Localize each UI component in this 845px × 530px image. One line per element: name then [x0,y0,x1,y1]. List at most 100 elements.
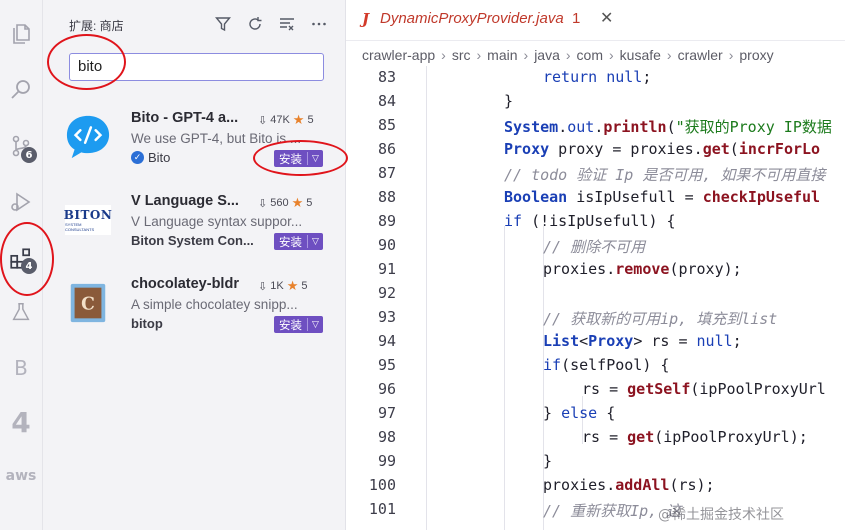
sidebar-title: 扩展: 商店 [69,19,124,33]
extension-name: chocolatey-bldr [131,276,239,292]
extension-stats: ⇩ 47K ★ 5 [258,112,314,128]
extension-publisher: ✓ Bito [131,150,170,165]
downloads-icon: ⇩ [258,197,268,210]
scm-badge: 6 [21,147,37,163]
code-line: proxies.addAll(rs); [543,476,715,494]
line-number: 87 [377,164,396,182]
download-count: 1K [270,280,284,292]
download-count: 47K [270,114,290,126]
problem-count: 1 [572,10,581,27]
extension-item-chocolatey[interactable]: C chocolatey-bldr ⇩ 1K ★ 5 A simple choc… [43,276,345,356]
breadcrumb-item[interactable]: src [452,47,471,63]
tab-title: DynamicProxyProvider.java 1 [380,10,581,27]
chevron-right-icon: › [441,47,446,63]
chevron-down-icon[interactable]: ▽ [308,236,323,247]
tabnine-icon[interactable]: 4 [0,400,42,444]
line-number: 90 [377,236,396,254]
code-line: Boolean isIpUsefull = checkIpUseful [504,188,821,206]
line-number: 86 [377,140,396,158]
line-number: 93 [377,308,396,326]
extension-item-bito[interactable]: Bito - GPT-4 a... ⇩ 47K ★ 5 We use GPT-4… [43,110,345,190]
extension-publisher: bitop [131,316,163,331]
chevron-right-icon: › [565,47,571,63]
star-icon: ★ [291,195,304,210]
star-icon: ★ [292,112,305,127]
code-line: List<Proxy> rs = null; [543,332,742,350]
extension-stats: ⇩ 560 ★ 5 [258,195,312,211]
tabnine-label: 4 [11,405,31,439]
line-number: 94 [377,332,396,350]
extension-search-input[interactable]: bito [69,53,324,81]
extension-description: V Language syntax suppor... [131,214,303,229]
refresh-icon[interactable] [245,14,265,34]
download-count: 560 [270,197,289,209]
biton-logo-subtext: SYSTEM CONSULTANTS [65,222,95,232]
line-number: 83 [377,68,396,86]
publisher-name: Bito [148,150,171,165]
bito-letter: B [14,356,28,380]
chevron-right-icon: › [728,47,734,63]
code-line: rs = getSelf(ipPoolProxyUrl [582,380,826,398]
install-button[interactable]: 安装 ▽ [274,233,323,250]
breadcrumb-item[interactable]: com [577,47,603,63]
aws-label: aws [5,468,37,484]
extension-name: V Language S... [131,193,239,209]
java-file-icon: J [362,10,370,28]
source-control-icon[interactable]: 6 [0,124,42,168]
breadcrumb-item[interactable]: crawler [678,47,723,63]
close-icon[interactable]: ✕ [600,8,613,28]
extension-name: Bito - GPT-4 a... [131,110,239,126]
install-button[interactable]: 安装 ▽ [274,316,323,333]
code-line: } else { [543,404,616,422]
run-debug-icon[interactable] [0,180,42,224]
install-label: 安装 [279,153,302,166]
breadcrumb-item[interactable]: main [487,47,517,63]
sidebar-actions [213,14,329,34]
clear-results-icon[interactable] [277,14,297,34]
search-icon[interactable] [0,68,42,112]
chevron-down-icon[interactable]: ▽ [308,153,323,164]
bito-logo-icon [66,115,110,159]
code-line: // todo 验证 Ip 是否可用, 如果不可用直接 [504,166,826,184]
testing-flask-icon[interactable] [0,290,42,334]
install-label: 安装 [279,319,302,332]
code-line: if (!isIpUsefull) { [504,212,676,230]
chocolatey-logo-icon: C [70,283,106,323]
breadcrumb-item[interactable]: java [534,47,560,63]
extension-stats: ⇩ 1K ★ 5 [258,278,307,294]
line-number: 101 [368,500,396,518]
chevron-down-icon[interactable]: ▽ [308,319,323,330]
code-line: } [543,452,553,470]
line-number: 95 [377,356,396,374]
line-number: 88 [377,188,396,206]
line-number: 84 [377,92,396,110]
code-line: return null; [543,68,652,86]
filter-icon[interactable] [213,14,233,34]
chevron-right-icon: › [666,47,672,63]
breadcrumb-item[interactable]: crawler-app [362,47,435,63]
install-button[interactable]: 安装 ▽ [274,150,323,167]
chevron-right-icon: › [523,47,529,63]
extensions-icon[interactable]: 4 [0,236,42,280]
rating: 5 [306,197,313,209]
svg-text:C: C [81,295,95,315]
extension-description: A simple chocolatey snipp... [131,297,298,312]
chevron-right-icon: › [476,47,482,63]
chevron-right-icon: › [609,47,614,63]
biton-logo-icon: BITON SYSTEM CONSULTANTS [64,205,112,235]
breadcrumb-item[interactable]: proxy [739,47,773,63]
line-number: 98 [377,428,396,446]
code-line: if(selfPool) { [543,356,670,374]
breadcrumb-item[interactable]: kusafe [620,47,661,63]
code-editor[interactable]: 83 84 85 86 87 88 89 90 91 92 93 94 95 9… [346,66,845,530]
code-line: // 删除不可用 [543,238,646,256]
extension-description: We use GPT-4, but Bito is ... [131,131,302,146]
more-actions-icon[interactable] [309,14,329,34]
extension-item-v-language[interactable]: BITON SYSTEM CONSULTANTS V Language S...… [43,193,345,273]
bito-icon[interactable]: B [0,346,42,390]
editor-tab[interactable]: J DynamicProxyProvider.java 1 ✕ [346,0,845,41]
line-number: 97 [377,404,396,422]
line-number: 85 [377,116,396,134]
explorer-icon[interactable] [0,12,42,56]
aws-icon[interactable]: aws [0,454,42,498]
